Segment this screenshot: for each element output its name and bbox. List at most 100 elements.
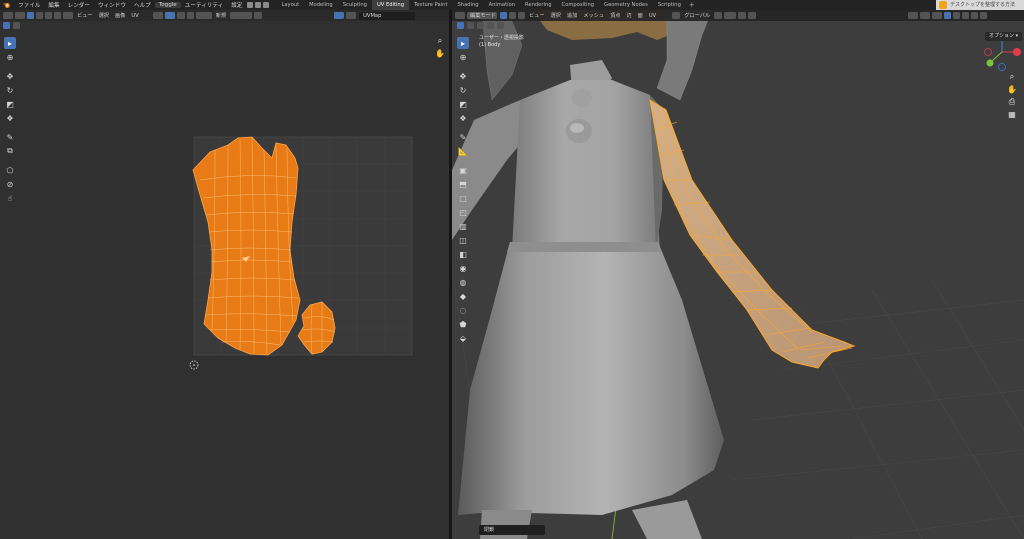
viewport-canvas[interactable] <box>452 10 1024 539</box>
uv-menu-uv[interactable]: UV <box>131 13 138 19</box>
extrude-icon[interactable]: ⬒ <box>457 178 469 190</box>
vp-menu-face[interactable]: 面 <box>638 12 643 19</box>
vp-proportional-button[interactable] <box>738 12 747 19</box>
tab-animation[interactable]: Animation <box>484 0 520 10</box>
uv-menu-image[interactable]: 画像 <box>115 12 125 19</box>
tab-modeling[interactable]: Modeling <box>304 0 338 10</box>
menu-render[interactable]: レンダー <box>64 1 94 9</box>
bevel-icon[interactable]: ◰ <box>457 206 469 218</box>
rotate-icon[interactable]: ↻ <box>4 84 16 96</box>
vp-cursor-icon[interactable]: ⊕ <box>457 51 469 63</box>
vp-menu-vertex[interactable]: 頂点 <box>610 12 620 19</box>
shrink-icon[interactable]: ◌ <box>457 304 469 316</box>
move-icon[interactable]: ✥ <box>4 70 16 82</box>
tab-texture-paint[interactable]: Texture Paint <box>409 0 452 10</box>
face-mode-button[interactable] <box>54 12 61 19</box>
sticky-mode-button[interactable] <box>63 12 73 19</box>
add-cube-icon[interactable]: ▣ <box>457 164 469 176</box>
edge-slide-icon[interactable]: ◆ <box>457 290 469 302</box>
mode-label[interactable]: 編集モード <box>470 12 496 19</box>
visibility-button[interactable] <box>908 12 919 19</box>
vp-scale-icon[interactable]: ◩ <box>457 98 469 110</box>
vp-move-icon[interactable]: ✥ <box>457 70 469 82</box>
image-open-button[interactable] <box>230 12 253 19</box>
pin-icon[interactable] <box>254 12 263 19</box>
pivot-button[interactable] <box>152 12 163 19</box>
tab-shading[interactable]: Shading <box>453 0 484 10</box>
vp-snap-button[interactable] <box>724 12 737 19</box>
vp-transform-icon[interactable]: ❖ <box>457 112 469 124</box>
sync-select-button[interactable] <box>27 12 34 19</box>
transform-icon[interactable]: ❖ <box>4 112 16 124</box>
tab-uv-editing[interactable]: UV Editing <box>371 0 410 10</box>
vp-select-box-button[interactable] <box>457 22 464 29</box>
solid-shading-button[interactable] <box>962 12 970 19</box>
vp-falloff-button[interactable] <box>748 12 757 19</box>
vp-select-mode-2[interactable] <box>477 22 484 29</box>
vp-select-mode-4[interactable] <box>497 22 504 29</box>
uv-menu-select[interactable]: 選択 <box>99 12 109 19</box>
uvmap-field[interactable]: UVMap <box>359 11 416 20</box>
image-browse-button[interactable] <box>195 12 212 19</box>
loop-cut-icon[interactable]: ▥ <box>457 220 469 232</box>
pivot-point-button[interactable] <box>714 12 723 19</box>
menu-utility[interactable]: ユーティリティ <box>181 1 228 9</box>
tab-geometry-nodes[interactable]: Geometry Nodes <box>599 0 653 10</box>
uv-select-mode-button[interactable] <box>13 22 20 29</box>
inset-icon[interactable]: ▢ <box>457 192 469 204</box>
shear-icon[interactable]: ⬟ <box>457 318 469 330</box>
notification-banner[interactable]: デスクトップを整理する方法 <box>936 0 1024 10</box>
vp-select-mode-1[interactable] <box>467 22 474 29</box>
uv-menu-view[interactable]: ビュー <box>77 12 93 19</box>
menu-settings[interactable]: 設定 <box>227 1 246 9</box>
3d-viewport[interactable]: 編集モード ビュー 選択 追加 メッシュ 頂点 辺 面 UV グローバル ユーザ… <box>452 10 1024 539</box>
vp-menu-add[interactable]: 追加 <box>567 12 577 19</box>
orientation-icon[interactable] <box>672 12 681 19</box>
menu-toggle[interactable]: Toggle <box>154 2 181 8</box>
vp-hand-icon[interactable]: ✋ <box>1007 85 1017 94</box>
vp-select-icon[interactable]: ▸ <box>457 37 469 49</box>
uv-display-button[interactable] <box>334 12 345 19</box>
render-shading-button[interactable] <box>980 12 988 19</box>
vertex-select-button[interactable] <box>499 12 507 19</box>
vp-menu-edge[interactable]: 辺 <box>626 12 631 19</box>
vp-editor-type-button[interactable] <box>455 12 465 19</box>
vp-annotate-icon[interactable]: ✎ <box>457 131 469 143</box>
scene-icon[interactable] <box>255 2 262 8</box>
cursor-icon[interactable]: ⊕ <box>4 51 16 63</box>
menu-window[interactable]: ウィンドウ <box>94 1 130 9</box>
menu-file[interactable]: ファイル <box>14 1 44 9</box>
grab-icon[interactable]: ⬠ <box>4 164 16 176</box>
hand-icon[interactable]: ✋ <box>435 49 445 58</box>
orientation-dropdown[interactable]: グローバル <box>684 12 710 19</box>
tab-scripting[interactable]: Scripting <box>653 0 686 10</box>
vp-menu-mesh[interactable]: メッシュ <box>583 12 604 19</box>
vertex-mode-button[interactable] <box>36 12 43 19</box>
select-icon[interactable]: ▸ <box>4 37 16 49</box>
spin-icon[interactable]: ◉ <box>457 262 469 274</box>
scale-icon[interactable]: ◩ <box>4 98 16 110</box>
uv-overlay-button[interactable] <box>346 12 357 19</box>
overlay-button[interactable] <box>932 12 943 19</box>
options-dropdown[interactable]: オプション ▾ <box>985 32 1023 41</box>
mode-button[interactable] <box>15 12 25 19</box>
last-operation-panel[interactable]: 閉鎖 <box>479 525 545 535</box>
poly-build-icon[interactable]: ◧ <box>457 248 469 260</box>
render-icon[interactable] <box>263 2 270 8</box>
gear-icon[interactable] <box>247 2 254 8</box>
snap-button[interactable] <box>164 12 175 19</box>
camera-view-icon[interactable]: ⎙ <box>1009 97 1015 107</box>
vp-menu-view[interactable]: ビュー <box>529 12 545 19</box>
snap-target-button[interactable] <box>176 12 185 19</box>
vp-zoom-icon[interactable]: ⌕ <box>1010 72 1014 82</box>
rip-region-icon[interactable]: ⬙ <box>457 332 469 344</box>
perspective-toggle-icon[interactable]: ▦ <box>1008 110 1016 119</box>
face-select-button[interactable] <box>517 12 525 19</box>
new-image-button[interactable]: 新規 <box>216 12 226 19</box>
pinch-icon[interactable]: ☝ <box>4 192 16 204</box>
vp-select-mode-3[interactable] <box>487 22 494 29</box>
menu-edit[interactable]: 編集 <box>44 1 63 9</box>
vp-menu-uv[interactable]: UV <box>649 13 656 19</box>
tab-layout[interactable]: Layout <box>276 0 304 10</box>
tab-sculpting[interactable]: Sculpting <box>338 0 372 10</box>
